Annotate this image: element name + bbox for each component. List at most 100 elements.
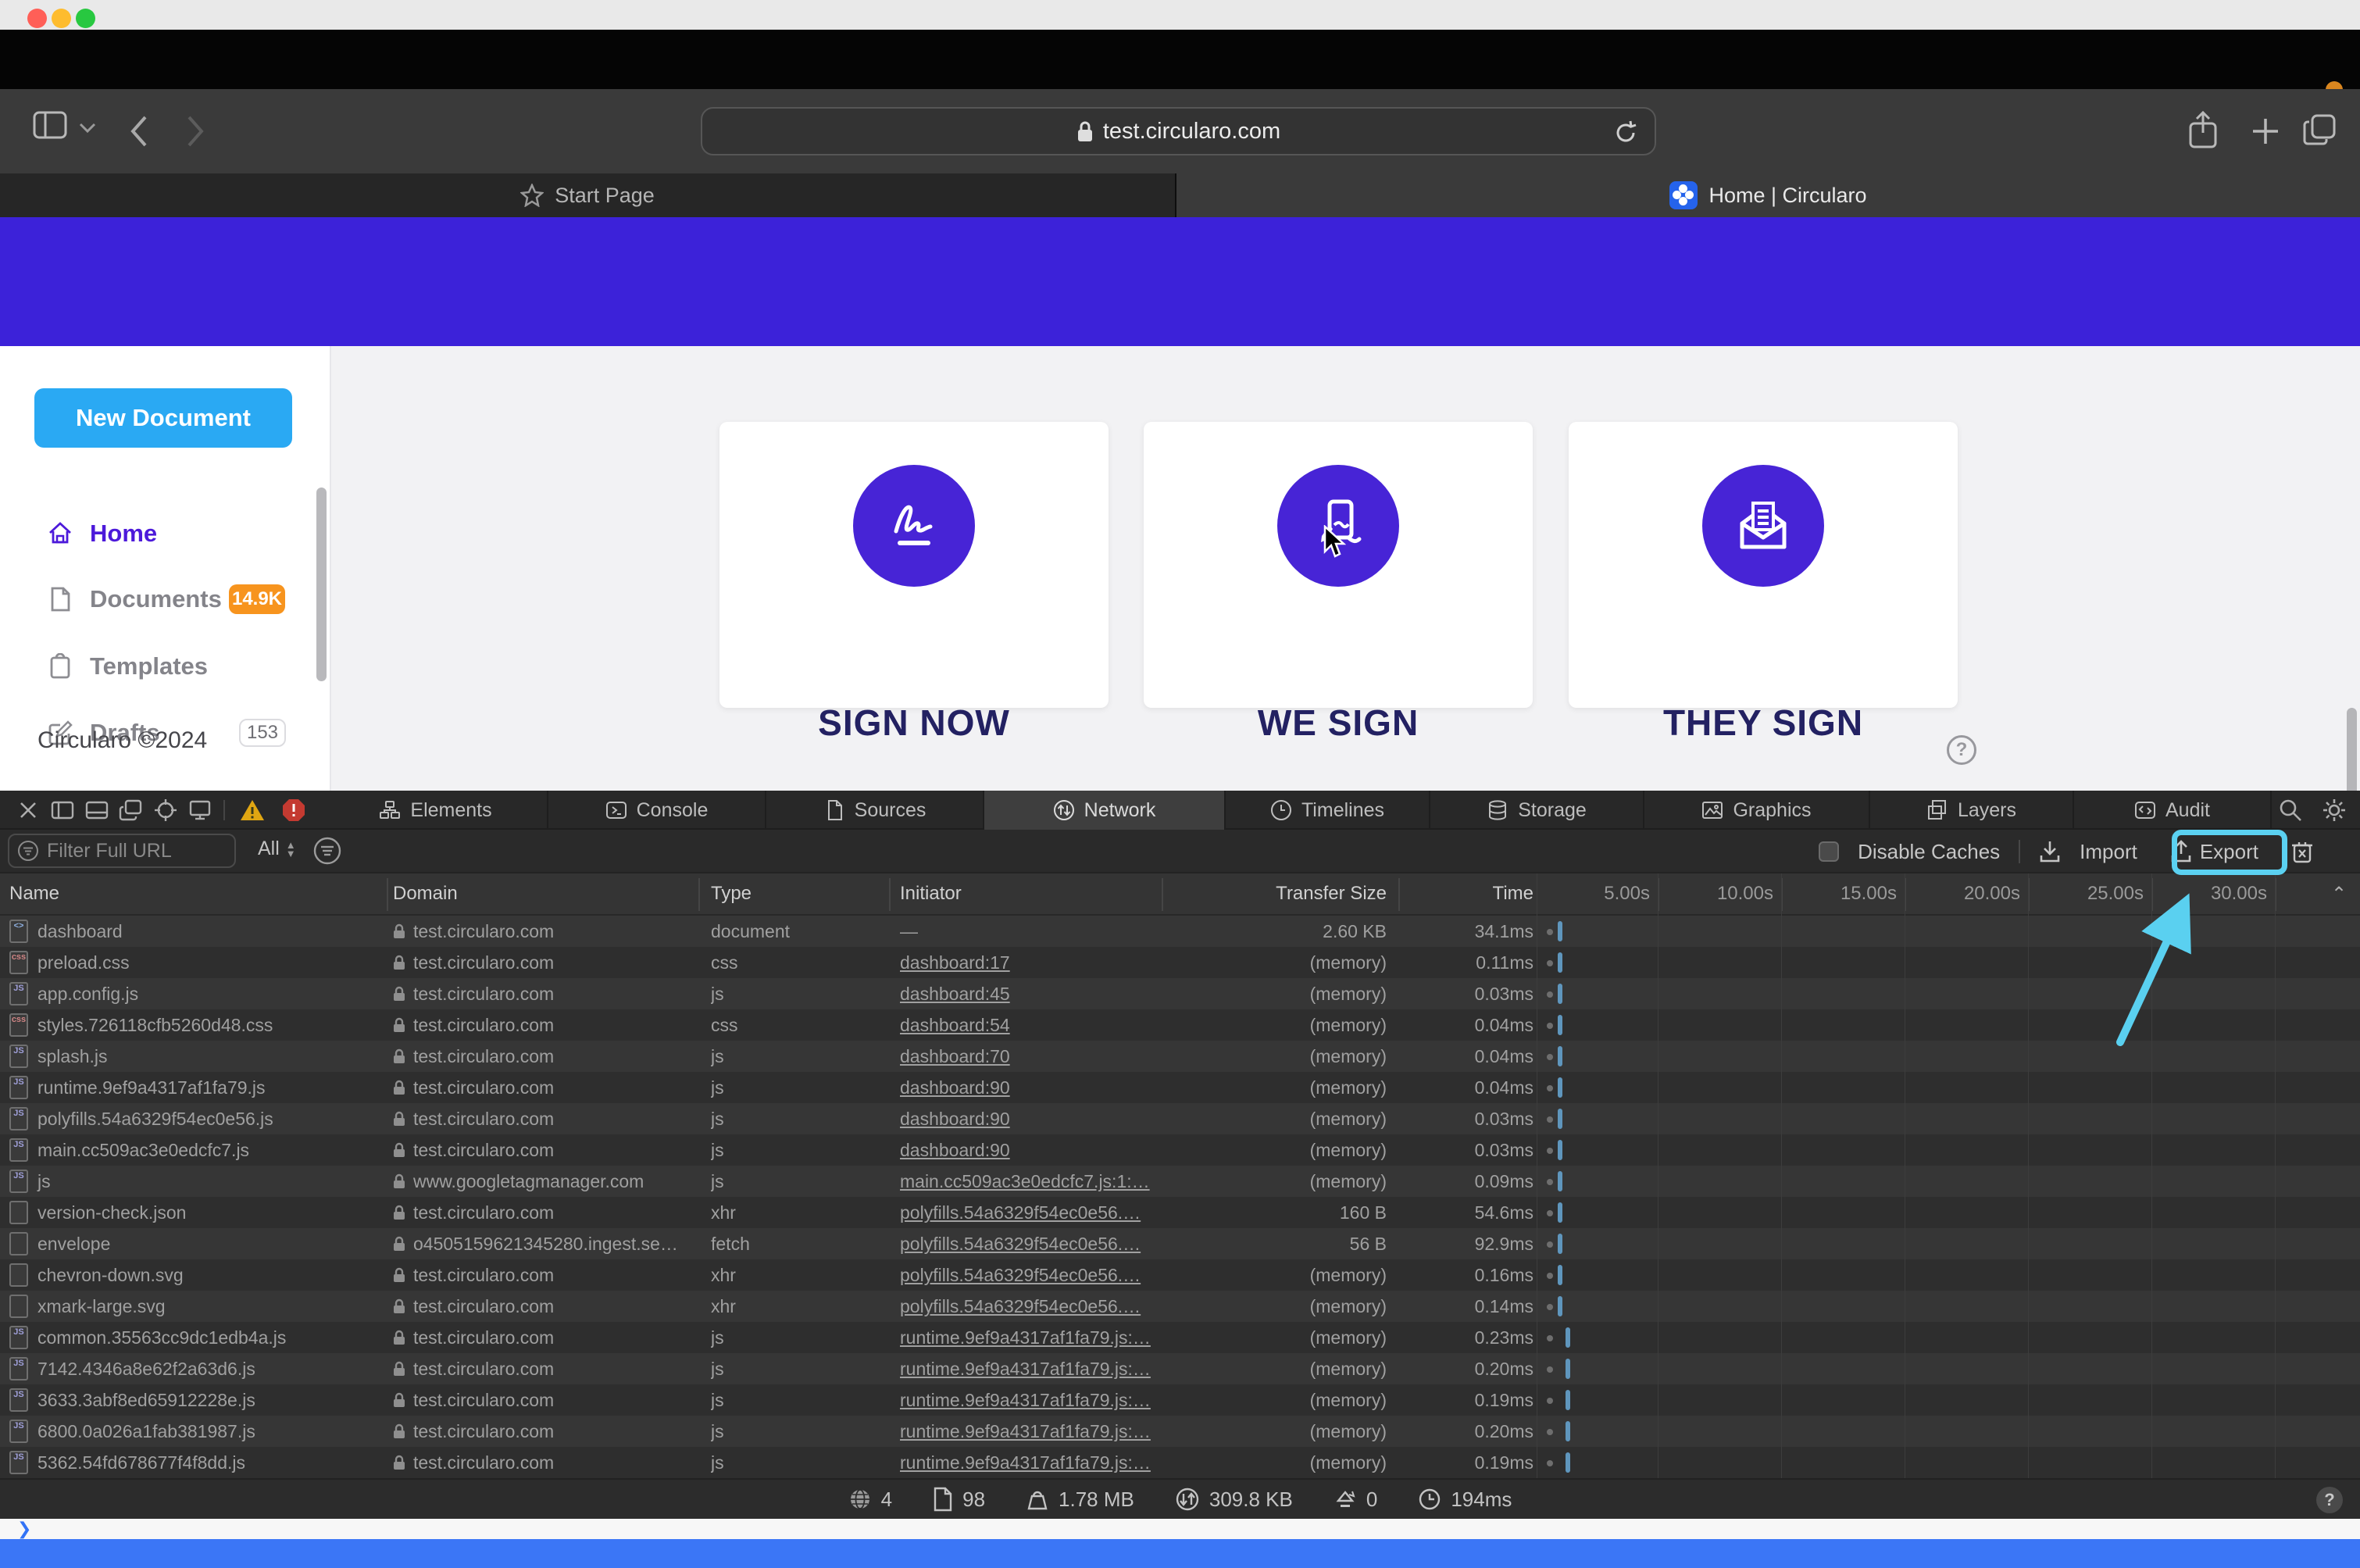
timeline-scroll-up-icon[interactable]: ⌃ (2331, 883, 2347, 905)
request-initiator[interactable]: runtime.9ef9a4317af1fa79.js:… (900, 1384, 1158, 1416)
request-name[interactable]: JS 3633.3abf8ed65912228e.js (9, 1384, 377, 1416)
request-name[interactable]: JS common.35563cc9dc1edb4a.js (9, 1322, 377, 1353)
traffic-light-close[interactable] (27, 9, 47, 28)
traffic-light-minimize[interactable] (52, 9, 71, 28)
inspector-tab-console[interactable]: Console (548, 791, 766, 830)
network-row[interactable]: <> dashboard test.circularo.com document — 2.… (0, 916, 2360, 947)
request-name[interactable]: JS js (9, 1166, 377, 1197)
request-name[interactable]: JS polyfills.54a6329f54ec0e56.js (9, 1103, 377, 1134)
tab-overview-icon[interactable] (2301, 111, 2339, 148)
filter-input[interactable]: Filter Full URL (8, 834, 236, 868)
close-inspector-icon[interactable] (16, 798, 41, 823)
reload-icon[interactable] (1612, 120, 1639, 146)
request-initiator[interactable]: main.cc509ac3e0edcfc7.js:1:… (900, 1166, 1158, 1197)
sidebar-toggle-icon[interactable] (33, 111, 67, 139)
import-button[interactable]: Import (2080, 840, 2137, 864)
network-row[interactable]: JS app.config.js test.circularo.com js dashb… (0, 978, 2360, 1009)
forward-button[interactable] (184, 114, 206, 148)
inspector-settings-gear-icon[interactable] (2322, 798, 2347, 823)
network-row[interactable]: JS 3633.3abf8ed65912228e.js test.circularo… (0, 1384, 2360, 1416)
tab-start-page[interactable]: Start Page (0, 173, 1176, 217)
network-table-header[interactable]: Name Domain Type Initiator Transfer Size… (0, 873, 2360, 916)
warnings-icon[interactable] (239, 798, 264, 823)
request-initiator[interactable]: runtime.9ef9a4317af1fa79.js:… (900, 1322, 1158, 1353)
help-button[interactable]: ? (1947, 735, 1976, 765)
request-name[interactable]: version-check.json (9, 1197, 377, 1228)
network-row[interactable]: JS 7142.4346a8e62f2a63d6.js test.circularo… (0, 1353, 2360, 1384)
request-name[interactable]: JS 5362.54fd678677f4f8dd.js (9, 1447, 377, 1478)
request-initiator[interactable]: dashboard:17 (900, 947, 1158, 978)
col-transfer-size[interactable]: Transfer Size (1156, 883, 1387, 905)
console-prompt-strip[interactable]: ❯ (0, 1519, 2360, 1539)
col-domain[interactable]: Domain (393, 883, 458, 905)
network-row[interactable]: css preload.css test.circularo.com css dashb… (0, 947, 2360, 978)
inspector-tab-graphics[interactable]: Graphics (1644, 791, 1870, 830)
tab-home-circularo[interactable]: Home | Circularo (1176, 173, 2360, 217)
network-row[interactable]: JS js www.googletagmanager.com js main.cc509… (0, 1166, 2360, 1197)
network-row[interactable]: css styles.726118cfb5260d48.css test.circu… (0, 1009, 2360, 1041)
network-row[interactable]: JS 5362.54fd678677f4f8dd.js test.circularo… (0, 1447, 2360, 1478)
request-name[interactable]: JS splash.js (9, 1041, 377, 1072)
col-initiator[interactable]: Initiator (900, 883, 962, 905)
inspector-search-icon[interactable] (2278, 798, 2303, 823)
new-tab-icon[interactable] (2250, 116, 2281, 147)
inspector-tab-audit[interactable]: Audit (2074, 791, 2272, 830)
request-initiator[interactable]: polyfills.54a6329f54ec0e56.… (900, 1197, 1158, 1228)
request-name[interactable]: css styles.726118cfb5260d48.css (9, 1009, 377, 1041)
inspect-element-icon[interactable] (153, 798, 178, 823)
request-initiator[interactable]: dashboard:54 (900, 1009, 1158, 1041)
inspector-tab-elements[interactable]: Elements (324, 791, 548, 830)
card-we-sign[interactable]: WE SIGN (1144, 422, 1533, 743)
traffic-light-zoom[interactable] (76, 9, 95, 28)
device-settings-icon[interactable] (187, 798, 212, 823)
sidebar-chevron-icon[interactable] (78, 122, 97, 134)
network-row[interactable]: xmark-large.svg test.circularo.com xhr poly… (0, 1291, 2360, 1322)
card-they-sign[interactable]: THEY SIGN (1569, 422, 1958, 743)
request-name[interactable]: xmark-large.svg (9, 1291, 377, 1322)
sidebar-item-templates[interactable]: Templates (0, 639, 331, 694)
network-row[interactable]: JS common.35563cc9dc1edb4a.js test.circula… (0, 1322, 2360, 1353)
sidebar-item-home[interactable]: Home (0, 506, 331, 561)
errors-icon[interactable] (281, 798, 306, 823)
request-name[interactable]: JS 6800.0a026a1fab381987.js (9, 1416, 377, 1447)
request-initiator[interactable]: dashboard:70 (900, 1041, 1158, 1072)
card-sign-now[interactable]: SIGN NOW (719, 422, 1109, 743)
back-button[interactable] (128, 114, 150, 148)
new-document-button[interactable]: New Document (34, 388, 292, 448)
request-name[interactable]: JS runtime.9ef9a4317af1fa79.js (9, 1072, 377, 1103)
request-name[interactable]: css preload.css (9, 947, 377, 978)
request-initiator[interactable]: runtime.9ef9a4317af1fa79.js:… (900, 1416, 1158, 1447)
request-initiator[interactable]: polyfills.54a6329f54ec0e56.… (900, 1291, 1158, 1322)
request-name[interactable]: <> dashboard (9, 916, 377, 947)
request-initiator[interactable]: runtime.9ef9a4317af1fa79.js:… (900, 1353, 1158, 1384)
dock-bottom-icon[interactable] (84, 798, 109, 823)
network-row[interactable]: JS polyfills.54a6329f54ec0e56.js test.circ… (0, 1103, 2360, 1134)
network-row[interactable]: JS runtime.9ef9a4317af1fa79.js test.circul… (0, 1072, 2360, 1103)
inspector-tab-timelines[interactable]: Timelines (1226, 791, 1430, 830)
inspector-tab-network[interactable]: Network (984, 791, 1226, 830)
request-initiator[interactable]: dashboard:90 (900, 1103, 1158, 1134)
request-name[interactable]: JS app.config.js (9, 978, 377, 1009)
request-name[interactable]: JS main.cc509ac3e0edcfc7.js (9, 1134, 377, 1166)
col-time[interactable]: Time (1402, 883, 1533, 905)
inspector-tab-layers[interactable]: Layers (1870, 791, 2074, 830)
request-name[interactable]: chevron-down.svg (9, 1259, 377, 1291)
network-row[interactable]: envelope o4505159621345280.ingest.se… fetc… (0, 1228, 2360, 1259)
sidebar-item-documents[interactable]: Documents 14.9K (0, 572, 331, 627)
col-type[interactable]: Type (711, 883, 752, 905)
request-initiator[interactable]: dashboard:90 (900, 1134, 1158, 1166)
request-name[interactable]: JS 7142.4346a8e62f2a63d6.js (9, 1353, 377, 1384)
request-initiator[interactable]: dashboard:90 (900, 1072, 1158, 1103)
request-initiator[interactable]: dashboard:45 (900, 978, 1158, 1009)
disable-caches-checkbox[interactable] (1819, 841, 1840, 862)
inspector-tab-storage[interactable]: Storage (1430, 791, 1644, 830)
sidebar-scrollbar[interactable] (316, 488, 327, 681)
undock-icon[interactable] (119, 798, 144, 823)
inspector-help-button[interactable]: ? (2316, 1487, 2343, 1513)
share-icon[interactable] (2187, 109, 2219, 150)
network-row[interactable]: JS splash.js test.circularo.com js dashboard… (0, 1041, 2360, 1072)
request-name[interactable]: envelope (9, 1228, 377, 1259)
request-initiator[interactable]: polyfills.54a6329f54ec0e56.… (900, 1259, 1158, 1291)
url-bar[interactable]: test.circularo.com (701, 107, 1656, 155)
col-name[interactable]: Name (9, 883, 59, 905)
